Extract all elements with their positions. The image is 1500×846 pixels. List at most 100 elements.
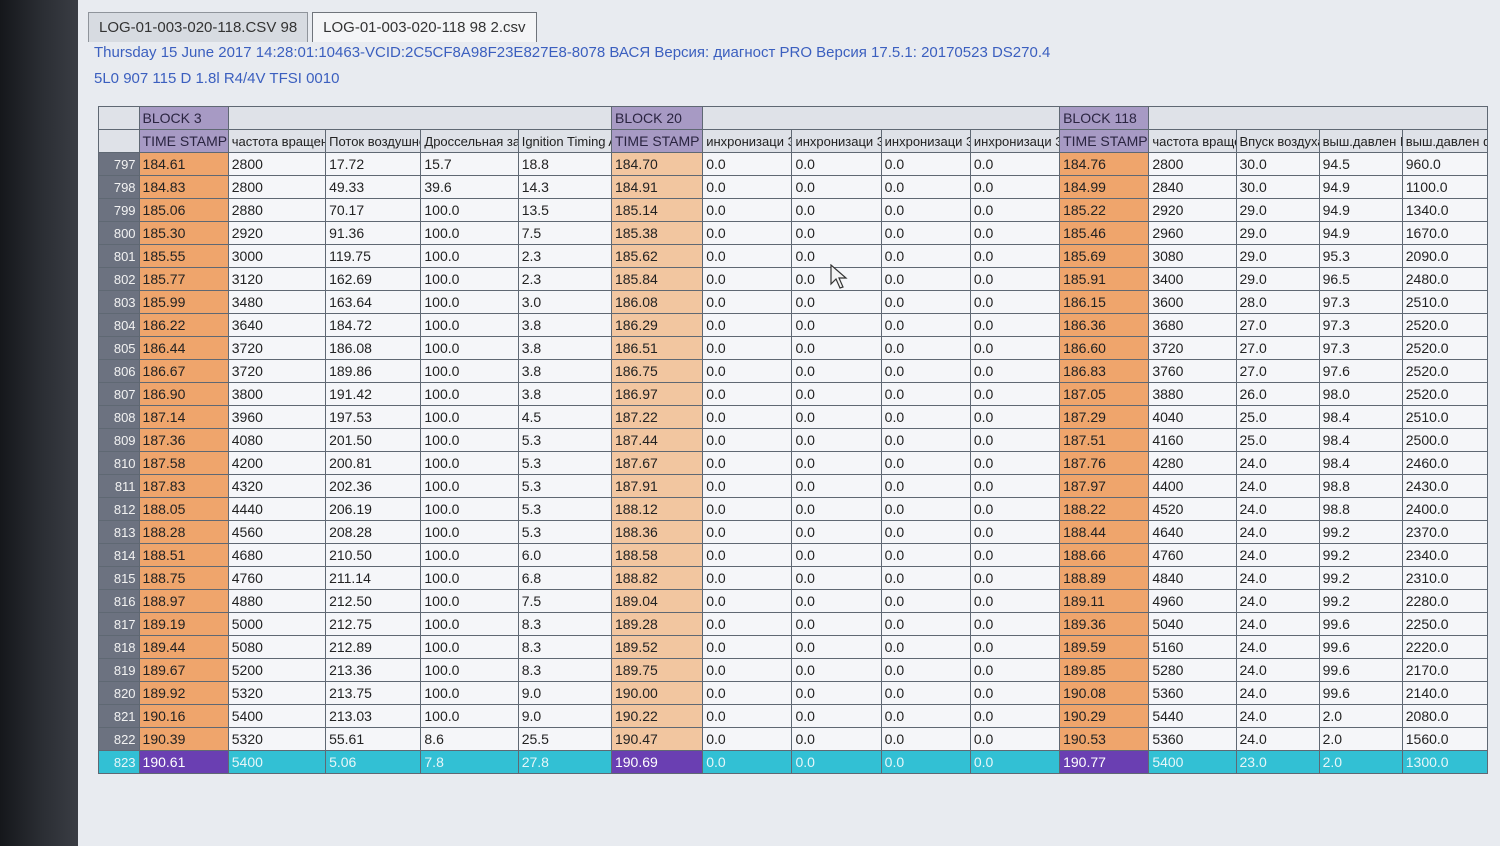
table-cell[interactable]: 0.0	[702, 152, 793, 176]
table-cell[interactable]: 8.6	[420, 727, 519, 751]
table-cell[interactable]: 2220.0	[1401, 635, 1488, 659]
table-cell[interactable]: 186.44	[138, 336, 229, 360]
table-cell[interactable]: 4840	[1148, 566, 1237, 590]
table-cell[interactable]: 187.97	[1059, 474, 1150, 498]
table-cell[interactable]: 189.19	[138, 612, 229, 636]
table-cell[interactable]: 2170.0	[1401, 658, 1488, 682]
tab-file-1[interactable]: LOG-01-003-020-118.CSV 98	[88, 12, 309, 42]
table-row[interactable]: 819 189.67 5200 213.36 100.0 8.3 189.75 0.0 0.0 0…	[98, 658, 1488, 682]
table-cell[interactable]: 0.0	[969, 152, 1061, 176]
table-cell[interactable]: 1300.0	[1401, 750, 1488, 774]
table-row[interactable]: 811 187.83 4320 202.36 100.0 5.3 187.91 0.0 0.0 0…	[98, 474, 1488, 498]
table-cell[interactable]: 100.0	[420, 451, 519, 475]
table-cell[interactable]: 185.77	[138, 267, 229, 291]
table-cell[interactable]: 29.0	[1235, 244, 1320, 268]
table-cell[interactable]: 2.0	[1318, 727, 1403, 751]
table-cell[interactable]: 2140.0	[1401, 681, 1488, 705]
column-header[interactable]: Поток воздушной массы Датчик	[325, 129, 422, 153]
table-cell[interactable]: 186.29	[610, 313, 704, 337]
table-row[interactable]: 805 186.44 3720 186.08 100.0 3.8 186.51 0.0 0.0 0…	[98, 336, 1488, 360]
column-header[interactable]: TIME STAMP	[1059, 129, 1150, 153]
table-cell[interactable]: 0.0	[702, 405, 793, 429]
table-cell[interactable]: 184.99	[1059, 175, 1150, 199]
table-cell[interactable]: 97.3	[1318, 313, 1403, 337]
row-number[interactable]: 806	[98, 359, 140, 383]
table-cell[interactable]: 190.69	[610, 750, 704, 774]
table-row[interactable]: 798 184.83 2800 49.33 39.6 14.3 184.91 0.0 0.0 0.…	[98, 175, 1488, 199]
table-cell[interactable]: 0.0	[969, 727, 1061, 751]
table-cell[interactable]: 0.0	[791, 290, 882, 314]
table-cell[interactable]: 0.0	[969, 313, 1061, 337]
table-cell[interactable]: 24.0	[1235, 612, 1320, 636]
table-cell[interactable]: 0.0	[969, 474, 1061, 498]
table-row[interactable]: 810 187.58 4200 200.81 100.0 5.3 187.67 0.0 0.0 0…	[98, 451, 1488, 475]
table-cell[interactable]: 18.8	[517, 152, 612, 176]
table-cell[interactable]: 98.0	[1318, 382, 1403, 406]
table-cell[interactable]: 188.12	[610, 497, 704, 521]
table-cell[interactable]: 0.0	[880, 704, 971, 728]
table-cell[interactable]: 190.61	[138, 750, 229, 774]
table-cell[interactable]: 0.0	[702, 566, 793, 590]
table-cell[interactable]: 0.0	[969, 612, 1061, 636]
table-cell[interactable]: 0.0	[880, 635, 971, 659]
table-cell[interactable]: 189.85	[1059, 658, 1150, 682]
table-cell[interactable]: 185.99	[138, 290, 229, 314]
table-cell[interactable]: 4680	[227, 543, 327, 567]
table-cell[interactable]: 3680	[1148, 313, 1237, 337]
table-cell[interactable]: 28.0	[1235, 290, 1320, 314]
table-cell[interactable]: 0.0	[791, 336, 882, 360]
table-row[interactable]: 814 188.51 4680 210.50 100.0 6.0 188.58 0.0 0.0 0…	[98, 543, 1488, 567]
table-cell[interactable]: 2800	[1148, 152, 1237, 176]
row-number[interactable]: 818	[98, 635, 140, 659]
table-cell[interactable]: 2520.0	[1401, 382, 1488, 406]
table-cell[interactable]: 0.0	[702, 497, 793, 521]
table-cell[interactable]: 0.0	[791, 635, 882, 659]
table-cell[interactable]: 189.52	[610, 635, 704, 659]
table-row[interactable]: 817 189.19 5000 212.75 100.0 8.3 189.28 0.0 0.0 0…	[98, 612, 1488, 636]
table-cell[interactable]: 0.0	[880, 313, 971, 337]
table-cell[interactable]: 100.0	[420, 612, 519, 636]
table-cell[interactable]: 0.0	[702, 612, 793, 636]
table-cell[interactable]: 189.04	[610, 589, 704, 613]
table-cell[interactable]: 2080.0	[1401, 704, 1488, 728]
table-cell[interactable]: 185.14	[610, 198, 704, 222]
table-cell[interactable]: 187.44	[610, 428, 704, 452]
column-header[interactable]: инхронизаци Замедление Цилиндр 2 °KW	[791, 129, 882, 153]
table-cell[interactable]: 1670.0	[1401, 221, 1488, 245]
table-cell[interactable]: 0.0	[702, 750, 793, 774]
table-row[interactable]: 818 189.44 5080 212.89 100.0 8.3 189.52 0.0 0.0 0…	[98, 635, 1488, 659]
table-cell[interactable]: 188.22	[1059, 497, 1150, 521]
table-cell[interactable]: 25.5	[517, 727, 612, 751]
table-cell[interactable]: 212.89	[325, 635, 422, 659]
table-cell[interactable]: 96.5	[1318, 267, 1403, 291]
table-cell[interactable]: 186.15	[1059, 290, 1150, 314]
table-cell[interactable]: 24.0	[1235, 497, 1320, 521]
table-cell[interactable]: 0.0	[969, 520, 1061, 544]
table-cell[interactable]: 99.2	[1318, 589, 1403, 613]
table-cell[interactable]: 0.0	[791, 589, 882, 613]
table-cell[interactable]: 189.92	[138, 681, 229, 705]
table-cell[interactable]: 119.75	[325, 244, 422, 268]
table-cell[interactable]: 98.8	[1318, 474, 1403, 498]
row-number[interactable]: 800	[98, 221, 140, 245]
table-cell[interactable]: 190.22	[610, 704, 704, 728]
data-grid[interactable]: BLOCK 3 BLOCK 20 BLOCK 118 TIME STAMP час…	[98, 106, 1488, 846]
table-cell[interactable]: 2310.0	[1401, 566, 1488, 590]
column-header[interactable]: выш.давлен Контроль (N75)	[1318, 129, 1403, 153]
table-cell[interactable]: 3.8	[517, 313, 612, 337]
table-cell[interactable]: 70.17	[325, 198, 422, 222]
table-cell[interactable]: 27.0	[1235, 336, 1320, 360]
table-row[interactable]: 806 186.67 3720 189.86 100.0 3.8 186.75 0.0 0.0 0…	[98, 359, 1488, 383]
table-cell[interactable]: 24.0	[1235, 727, 1320, 751]
table-cell[interactable]: 187.76	[1059, 451, 1150, 475]
table-cell[interactable]: 185.91	[1059, 267, 1150, 291]
table-cell[interactable]: 190.08	[1059, 681, 1150, 705]
table-cell[interactable]: 0.0	[702, 267, 793, 291]
table-cell[interactable]: 0.0	[702, 704, 793, 728]
table-cell[interactable]: 100.0	[420, 566, 519, 590]
row-number[interactable]: 805	[98, 336, 140, 360]
table-cell[interactable]: 55.61	[325, 727, 422, 751]
table-cell[interactable]: 189.11	[1059, 589, 1150, 613]
table-cell[interactable]: 0.0	[791, 451, 882, 475]
table-cell[interactable]: 186.36	[1059, 313, 1150, 337]
